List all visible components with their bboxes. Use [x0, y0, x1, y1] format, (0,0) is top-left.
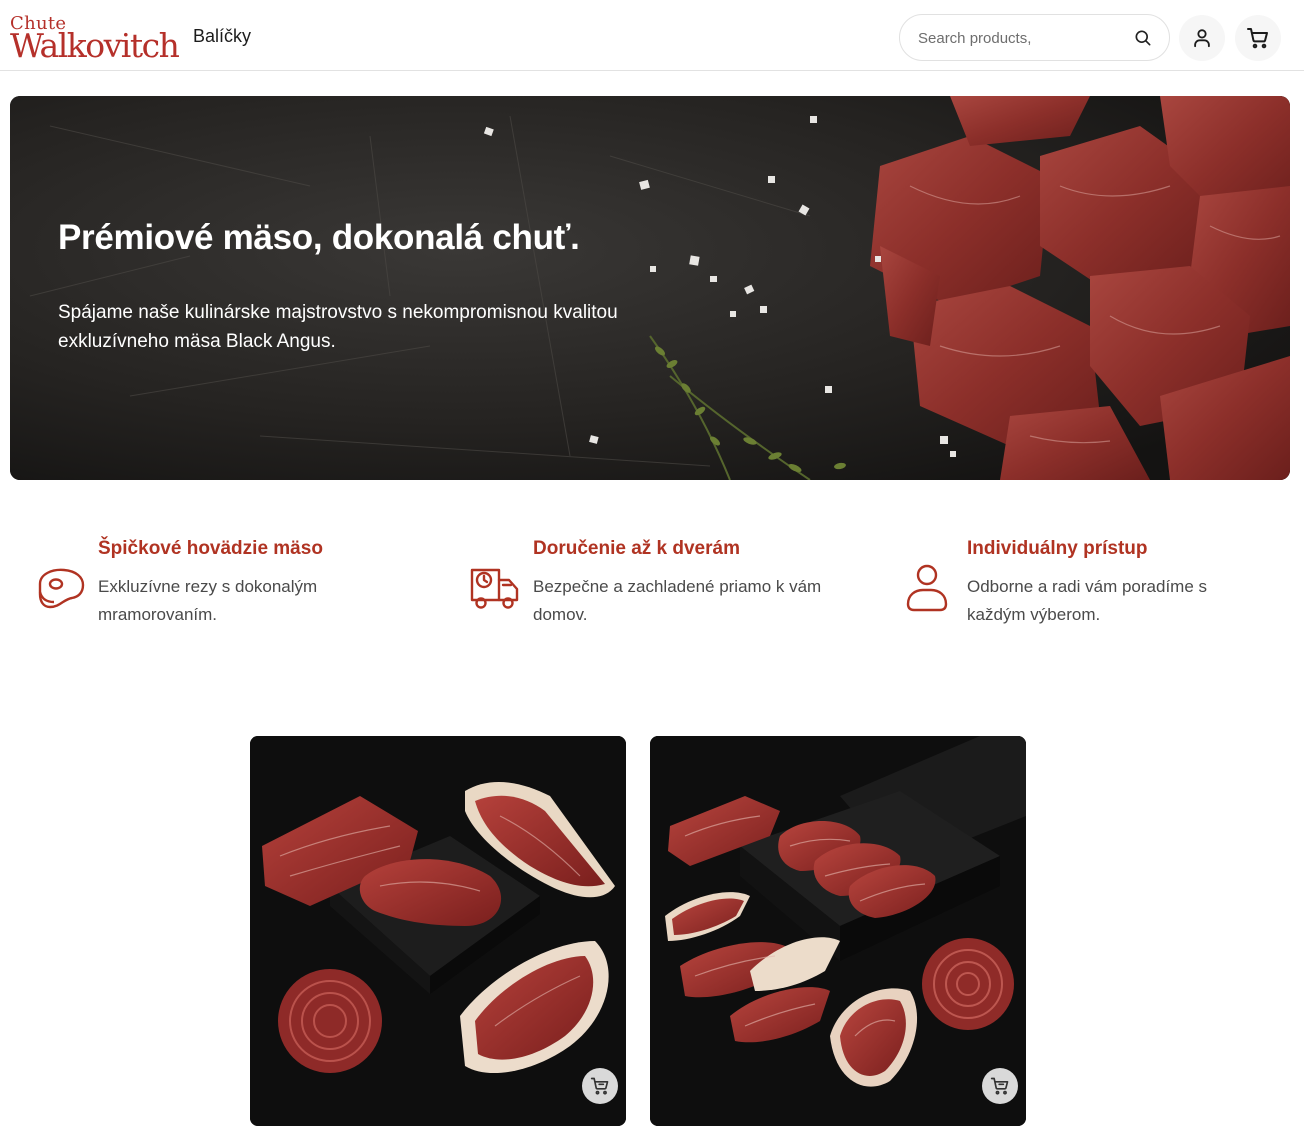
cart-icon: [1247, 28, 1268, 49]
user-icon: [1194, 29, 1210, 48]
hero-banner: Prémiové mäso, dokonalá chuť. Spájame na…: [10, 96, 1290, 480]
meat-package-image: [250, 736, 626, 1126]
feature-title: Doručenie až k dverám: [533, 538, 740, 559]
cart-icon: [990, 1077, 1009, 1095]
delivery-truck-icon: [470, 568, 519, 609]
feature-text: Bezpečne a zachladené priamo k vám domov…: [533, 577, 822, 624]
add-to-cart-button[interactable]: [582, 1068, 618, 1104]
feature-item-delivery: Doručenie až k dverám Bezpečne a zachlad…: [469, 536, 869, 636]
feature-item-personal: Individuálny prístup Odborne a radi vám …: [903, 536, 1303, 636]
feature-text: Exkluzívne rezy s dokonalým mramorovaním…: [98, 577, 318, 624]
feature-item-beef: Špičkové hovädzie mäso Exkluzívne rezy s…: [34, 536, 434, 636]
logo-big-text: Walkovitch: [10, 26, 180, 65]
cart-button[interactable]: [1235, 15, 1281, 61]
cart-icon: [590, 1077, 609, 1095]
brand-logo[interactable]: Chute Walkovitch: [10, 14, 180, 64]
search-box: [899, 14, 1170, 61]
hero-title: Prémiové mäso, dokonalá chuť.: [58, 218, 580, 257]
account-button[interactable]: [1179, 15, 1225, 61]
person-icon: [906, 564, 948, 612]
feature-title: Individuálny prístup: [967, 538, 1148, 559]
nav-link-balicky[interactable]: Balíčky: [193, 26, 251, 47]
add-to-cart-button[interactable]: [982, 1068, 1018, 1104]
product-card[interactable]: [650, 736, 1026, 1126]
site-header: Chute Walkovitch Balíčky: [0, 0, 1304, 71]
feature-text: Odborne a radi vám poradíme s každým výb…: [967, 577, 1208, 624]
hero-background-image: [10, 96, 1290, 480]
feature-title: Špičkové hovädzie mäso: [98, 538, 323, 559]
meat-package-image: [650, 736, 1026, 1126]
steak-icon: [38, 568, 85, 609]
search-input[interactable]: [916, 25, 1126, 51]
hero-description: Spájame naše kulinárske majstrovstvo s n…: [58, 302, 618, 352]
product-card[interactable]: [250, 736, 626, 1126]
search-icon[interactable]: [1133, 28, 1153, 48]
